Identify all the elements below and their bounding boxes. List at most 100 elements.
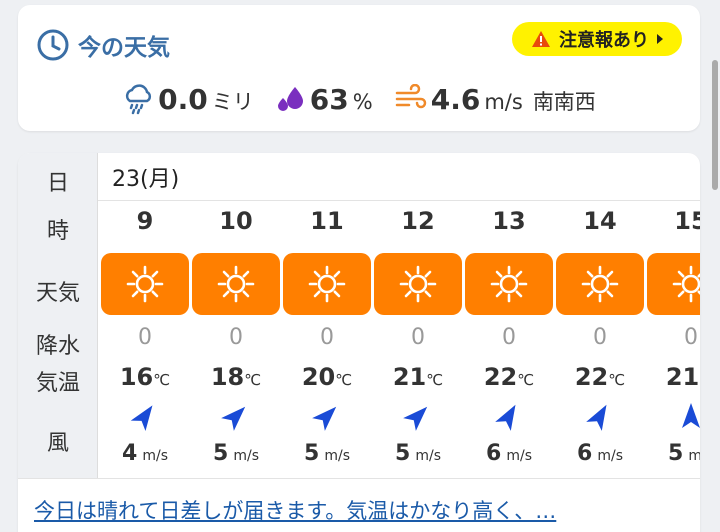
row-labels-column: 日 時 天気 降水 気温 風 [18, 153, 98, 478]
hourly-columns[interactable]: 9 0 16℃ 4 m/s 10 0 18℃ 5 m/s 11 0 20℃ 5 m/s 12 0 21℃ 5 … [98, 201, 700, 478]
wind-speed-unit: m/s [142, 448, 169, 464]
hour-label: 13 [492, 207, 526, 235]
temperature-value: 18 [210, 363, 245, 391]
current-weather-title: 今の天気 [36, 25, 170, 65]
wind-value: 4.6 [430, 82, 481, 116]
wind-direction-arrow-icon [465, 401, 553, 431]
sunny-icon [556, 253, 644, 315]
wind-direction-arrow-icon [283, 401, 371, 431]
row-label-wind: 風 [46, 431, 69, 456]
rain-unit: ミリ [211, 89, 254, 114]
row-label-day: 日 [46, 171, 69, 196]
temperature-unit: ℃ [335, 371, 353, 389]
sunny-icon [283, 253, 371, 315]
wind-direction: 南南西 [532, 89, 596, 114]
date-label: 23(月) [112, 166, 180, 192]
wind-speed: 5 m/s [283, 441, 371, 466]
sunny-icon [101, 253, 189, 315]
humidity-unit: % [352, 89, 373, 114]
temperature-value: 16 [119, 363, 154, 391]
hour-column: 14 0 22℃ 6 m/s [556, 201, 644, 478]
wind-speed-unit: m/s [597, 448, 624, 464]
hour-column: 10 0 18℃ 5 m/s [192, 201, 280, 478]
wind-stat: 4.6 m/s 南南西 [395, 83, 596, 116]
wind-direction-arrow-icon [192, 401, 280, 431]
rain-value: 0.0 [158, 82, 208, 116]
wind-speed-value: 5 [212, 441, 229, 466]
temperature-unit: ℃ [517, 371, 535, 389]
temperature: 21℃ [374, 363, 462, 391]
temperature-value: 20 [301, 363, 336, 391]
wind-speed: 5 m/s [647, 441, 700, 466]
wind-speed-value: 6 [576, 441, 593, 466]
scrollbar[interactable] [712, 60, 718, 190]
hour-label: 9 [136, 207, 154, 235]
temperature-value: 22 [574, 363, 609, 391]
temperature-value: 21 [665, 363, 700, 391]
date-header: 23(月) [98, 153, 700, 201]
hour-column: 12 0 21℃ 5 m/s [374, 201, 462, 478]
hour-column: 13 0 22℃ 6 m/s [465, 201, 553, 478]
current-weather-card: 今の天気 注意報あり 0.0 ミリ 63 % 4.6 m/s 南南西 [18, 5, 700, 131]
temperature: 22℃ [465, 363, 553, 391]
rain-amount: 0 [502, 325, 516, 350]
wind-speed-value: 4 [121, 441, 138, 466]
forecast-summary-link[interactable]: 今日は晴れて日差しが届きます。気温はかなり高く、… [34, 495, 694, 525]
chevron-right-icon [657, 34, 663, 44]
wind-speed-unit: m/s [233, 448, 260, 464]
temperature-unit: ℃ [426, 371, 444, 389]
warning-icon [531, 30, 551, 48]
wind-unit: m/s [484, 89, 523, 114]
humidity-value: 63 [309, 82, 349, 116]
divider [18, 478, 700, 479]
hour-column: 15 0 21℃ 5 m/s [647, 201, 700, 478]
wind-speed: 5 m/s [192, 441, 280, 466]
rain-amount: 0 [593, 325, 607, 350]
sunny-icon [647, 253, 700, 315]
temperature: 16℃ [101, 363, 189, 391]
wind-icon [395, 84, 426, 109]
wind-speed: 6 m/s [465, 441, 553, 466]
rain-cloud-icon [126, 84, 152, 115]
alert-badge-button[interactable]: 注意報あり [512, 22, 682, 56]
humidity-drops-icon [277, 87, 303, 111]
temperature: 22℃ [556, 363, 644, 391]
wind-speed-unit: m/s [688, 448, 700, 464]
sunny-icon [374, 253, 462, 315]
rain-amount: 0 [411, 325, 425, 350]
wind-speed: 5 m/s [374, 441, 462, 466]
alert-badge-label: 注意報あり [559, 30, 649, 51]
temperature-unit: ℃ [244, 371, 262, 389]
temperature: 18℃ [192, 363, 280, 391]
wind-speed-unit: m/s [415, 448, 442, 464]
wind-speed: 4 m/s [101, 441, 189, 466]
row-label-rain: 降水 [35, 334, 80, 359]
hour-label: 14 [583, 207, 617, 235]
rain-amount: 0 [320, 325, 334, 350]
wind-speed-unit: m/s [506, 448, 533, 464]
wind-speed: 6 m/s [556, 441, 644, 466]
clock-icon [36, 28, 70, 62]
hour-column: 11 0 20℃ 5 m/s [283, 201, 371, 478]
humidity-stat: 63 % [276, 83, 373, 116]
hour-column: 9 0 16℃ 4 m/s [101, 201, 189, 478]
sunny-icon [465, 253, 553, 315]
current-weather-stats: 0.0 ミリ 63 % 4.6 m/s 南南西 [18, 77, 700, 121]
temperature-unit: ℃ [153, 371, 171, 389]
wind-speed-value: 5 [303, 441, 320, 466]
wind-speed-unit: m/s [324, 448, 351, 464]
hour-label: 15 [674, 207, 700, 235]
wind-speed-value: 6 [485, 441, 502, 466]
temperature-unit: ℃ [699, 371, 700, 389]
wind-speed-value: 5 [667, 441, 684, 466]
rain-amount: 0 [229, 325, 243, 350]
hour-label: 10 [219, 207, 253, 235]
rain-amount: 0 [684, 325, 698, 350]
temperature-value: 22 [483, 363, 518, 391]
wind-direction-arrow-icon [647, 401, 700, 431]
temperature: 20℃ [283, 363, 371, 391]
hourly-forecast-card: 日 時 天気 降水 気温 風 23(月) 9 0 16℃ 4 m/s 10 0 18℃ 5 m… [18, 153, 700, 532]
wind-direction-arrow-icon [374, 401, 462, 431]
rain-amount: 0 [138, 325, 152, 350]
hour-label: 12 [401, 207, 435, 235]
